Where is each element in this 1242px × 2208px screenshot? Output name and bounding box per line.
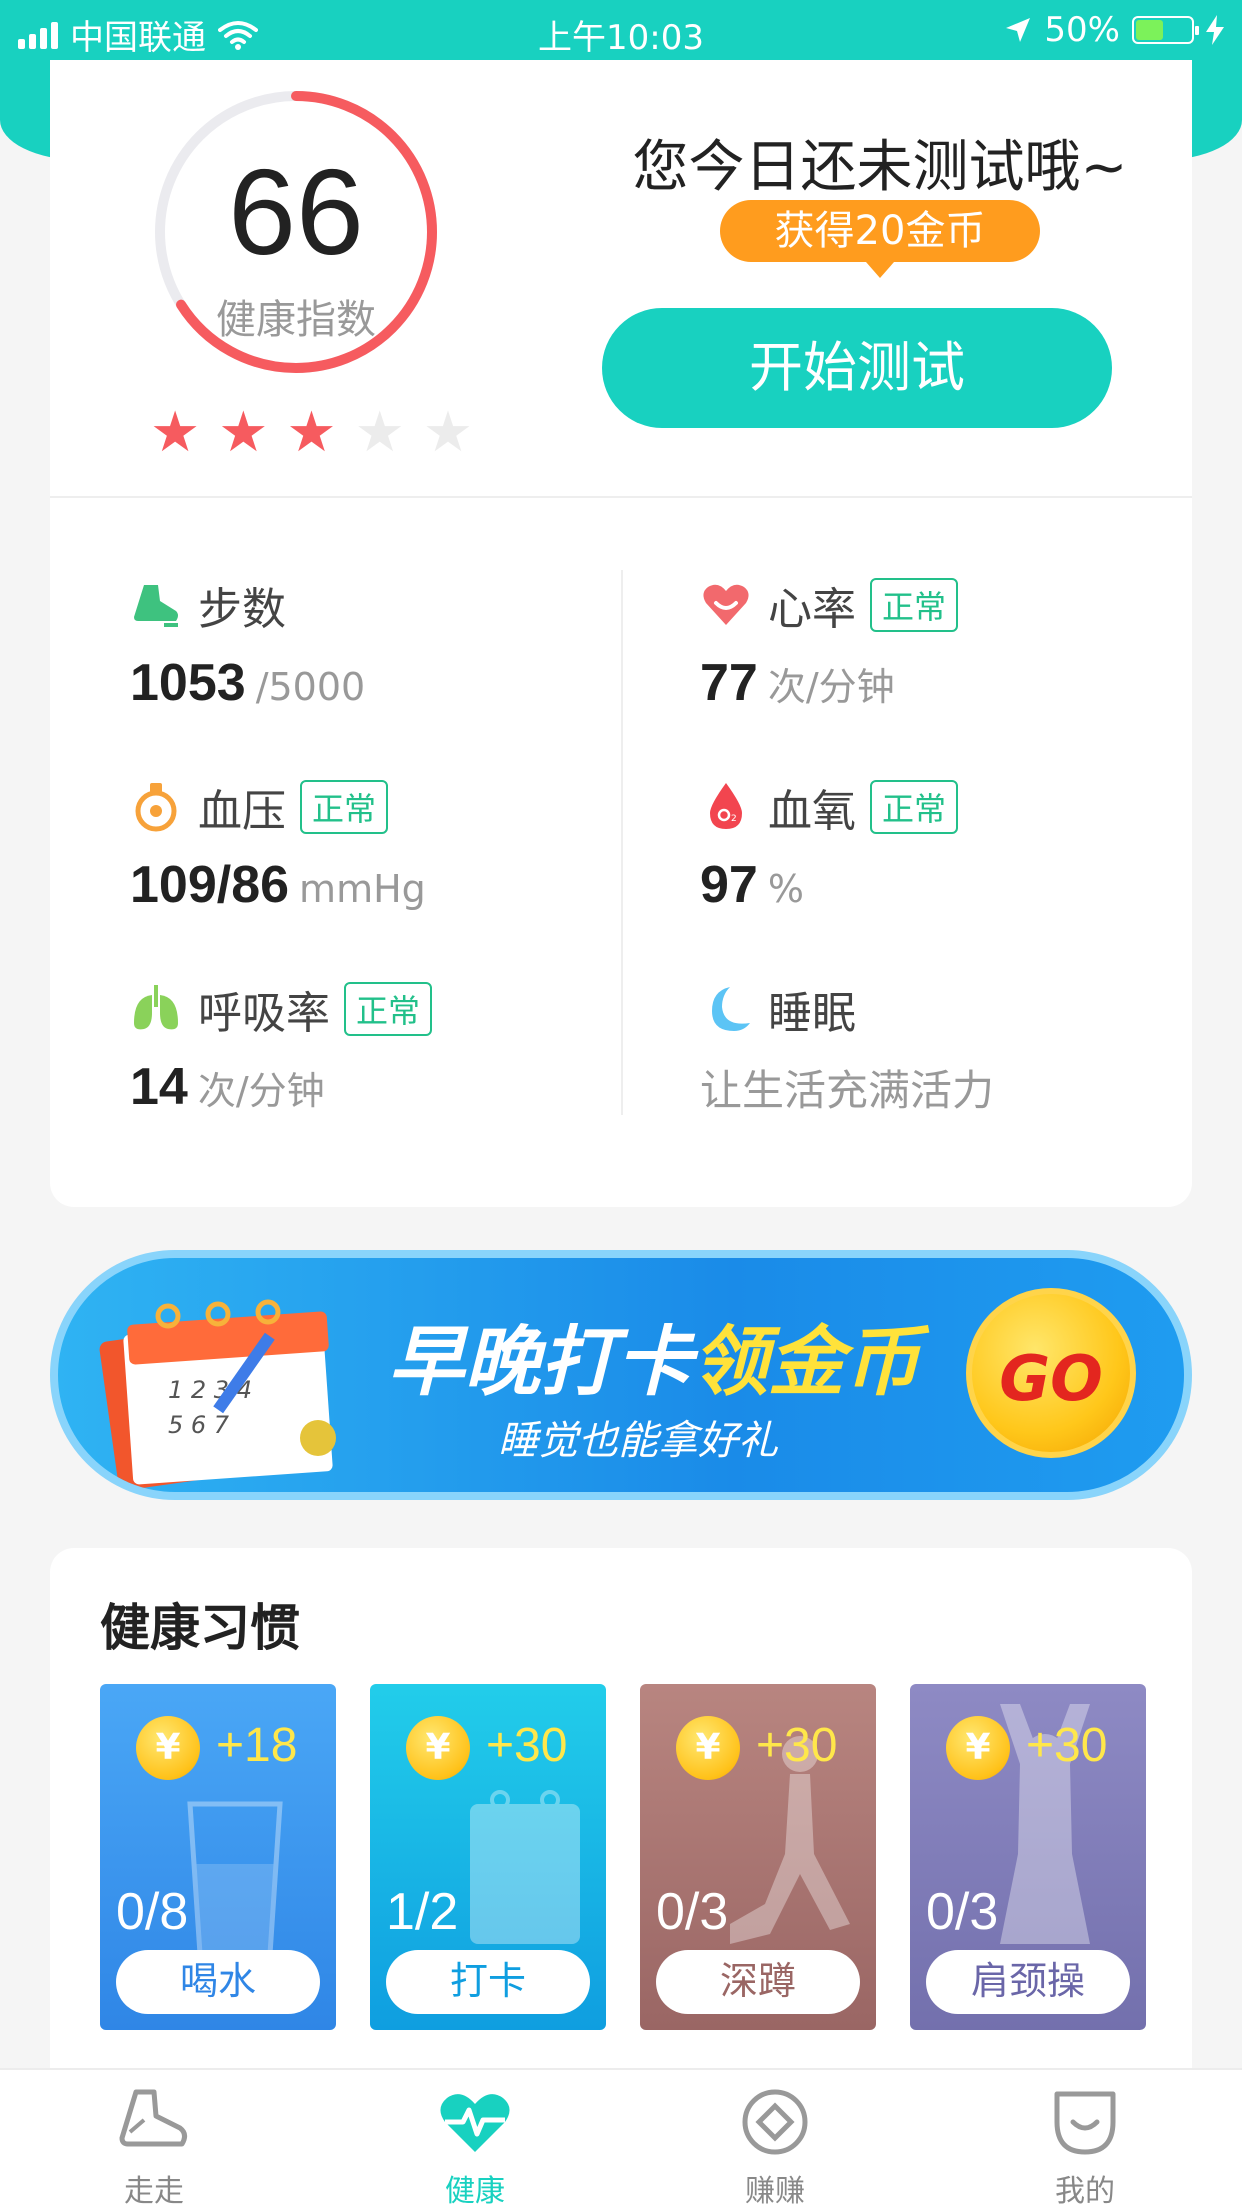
habit-card-water[interactable]: ¥ +18 0/8 喝水: [100, 1684, 336, 2030]
heart-icon: [703, 584, 749, 625]
shoe-icon: [119, 2089, 188, 2147]
checkin-banner[interactable]: 1 2 3 4 5 6 7 早晚打卡领金币 睡觉也能拿好礼 GO: [50, 1250, 1192, 1500]
heartbeat-icon: [440, 2094, 510, 2152]
charging-bolt-icon: [1206, 15, 1224, 45]
svg-text:2: 2: [731, 814, 737, 824]
tab-label: 赚赚: [745, 2174, 805, 2208]
banner-title-main: 早晚打卡: [388, 1317, 692, 1406]
tab-walk[interactable]: 走走: [74, 2082, 234, 2208]
steps-goal: /5000: [255, 665, 366, 709]
sleep-subtitle: 让生活充满活力: [700, 1066, 995, 1115]
health-summary-card: 66 健康指数 ★ ★ ★ ★ ★ 您今日还未测试哦~ 获得20金币 开始测试 步数 1…: [50, 60, 1192, 1207]
habit-action-button[interactable]: 肩颈操: [926, 1950, 1130, 2014]
banner-title: 早晚打卡领金币: [388, 1300, 920, 1410]
health-score-value: 66: [228, 144, 364, 280]
metric-heart-rate[interactable]: 心率 正常 77 次/分钟: [700, 575, 1180, 715]
health-score-ring[interactable]: 66 健康指数: [146, 82, 446, 382]
status-badge: 正常: [300, 780, 389, 834]
lungs-icon: [134, 985, 178, 1030]
status-bar: 中国联通 上午10:03 50%: [0, 0, 1242, 60]
reward-badge: 获得20金币: [720, 200, 1040, 278]
svg-text:5 6 7: 5 6 7: [168, 1411, 230, 1439]
blood-oxygen-unit: %: [767, 867, 804, 911]
respiration-unit: 次/分钟: [197, 1069, 325, 1113]
heart-rate-value: 77: [700, 654, 758, 712]
habit-action-button[interactable]: 深蹲: [656, 1950, 860, 2014]
metric-name: 睡眠: [768, 988, 856, 1039]
habit-progress: 0/3: [926, 1883, 999, 1941]
go-button[interactable]: GO: [966, 1288, 1136, 1458]
star-icon: ★: [150, 400, 201, 465]
start-test-button[interactable]: 开始测试: [602, 308, 1112, 428]
calendar-icon: 1 2 3 4 5 6 7: [99, 1299, 336, 1488]
star-icon: ★: [218, 400, 269, 465]
smile-face-icon: [1054, 2091, 1116, 2155]
habit-card-squat[interactable]: ¥ +30 0/3 深蹲: [640, 1684, 876, 2030]
tab-mine[interactable]: 我的: [1005, 2082, 1165, 2208]
health-habits-card: 健康习惯 ¥ +18 0/8 喝水 ¥ +30 1/2 打卡 ¥ +30 0/3…: [50, 1548, 1192, 2068]
coin-icon: ¥: [136, 1716, 200, 1780]
tab-health[interactable]: 健康: [395, 2082, 555, 2208]
habit-action-button[interactable]: 打卡: [386, 1950, 590, 2014]
pressure-icon: [135, 783, 177, 832]
habit-progress: 0/8: [116, 1883, 189, 1941]
status-badge: 正常: [870, 578, 959, 632]
tab-label: 健康: [445, 2174, 505, 2208]
status-badge: 正常: [870, 780, 959, 834]
divider: [50, 496, 1192, 498]
metric-blood-pressure[interactable]: 血压 正常 109/86 mmHg: [130, 777, 610, 917]
shoe-icon: [134, 585, 178, 627]
metric-name: 呼吸率: [198, 988, 330, 1039]
diamond-coin-icon: [742, 2089, 808, 2155]
battery-icon: [1132, 16, 1199, 44]
metric-sleep[interactable]: 睡眠 让生活充满活力: [700, 979, 1180, 1119]
metric-name: 步数: [198, 584, 286, 635]
metric-name: 血压: [198, 786, 286, 837]
heart-rate-unit: 次/分钟: [767, 665, 895, 709]
habit-reward: +18: [216, 1719, 298, 1772]
blood-pressure-unit: mmHg: [299, 867, 426, 911]
status-badge: 正常: [344, 982, 433, 1036]
respiration-value: 14: [130, 1058, 188, 1116]
coin-icon: ¥: [676, 1716, 740, 1780]
star-rating: ★ ★ ★ ★ ★: [150, 405, 473, 461]
coin-icon: ¥: [946, 1716, 1010, 1780]
habit-reward: +30: [486, 1719, 568, 1772]
metric-steps[interactable]: 步数 1053 /5000: [130, 575, 610, 715]
oxygen-drop-icon: 2: [710, 783, 742, 829]
habit-action-button[interactable]: 喝水: [116, 1950, 320, 2014]
tab-label: 走走: [124, 2174, 184, 2208]
habit-reward: +30: [1026, 1719, 1108, 1772]
bottom-tab-bar: 走走 健康 赚赚 我的: [0, 2068, 1242, 2208]
test-status-message: 您今日还未测试哦~: [632, 135, 1128, 200]
blood-oxygen-value: 97: [700, 856, 758, 914]
star-icon: ★: [354, 400, 405, 465]
star-icon: ★: [286, 400, 337, 465]
coin-icon: ¥: [406, 1716, 470, 1780]
health-score-label: 健康指数: [216, 297, 376, 343]
tab-earn[interactable]: 赚赚: [695, 2082, 855, 2208]
divider: [621, 570, 623, 1115]
habit-progress: 0/3: [656, 1883, 729, 1941]
steps-value: 1053: [130, 654, 246, 712]
battery-percent: 50%: [1044, 10, 1120, 50]
habit-progress: 1/2: [386, 1883, 459, 1941]
moon-icon: [712, 987, 750, 1031]
tab-label: 我的: [1055, 2174, 1115, 2208]
banner-title-highlight: 领金币: [692, 1317, 920, 1406]
habit-reward: +30: [756, 1719, 838, 1772]
star-icon: ★: [422, 400, 474, 465]
location-arrow-icon: [1006, 18, 1031, 42]
section-title: 健康习惯: [100, 1599, 300, 1657]
habit-card-neck-exercise[interactable]: ¥ +30 0/3 肩颈操: [910, 1684, 1146, 2030]
habit-card-checkin[interactable]: ¥ +30 1/2 打卡: [370, 1684, 606, 2030]
metric-name: 血氧: [768, 786, 856, 837]
metric-name: 心率: [768, 584, 856, 635]
blood-pressure-value: 109/86: [130, 856, 290, 914]
banner-subtitle: 睡觉也能拿好礼: [498, 1418, 778, 1464]
metric-respiration[interactable]: 呼吸率 正常 14 次/分钟: [130, 979, 610, 1119]
calendar-icon: [470, 1790, 580, 1944]
metric-blood-oxygen[interactable]: 2 血氧 正常 97 %: [700, 777, 1180, 917]
status-right: 50%: [1004, 10, 1224, 50]
